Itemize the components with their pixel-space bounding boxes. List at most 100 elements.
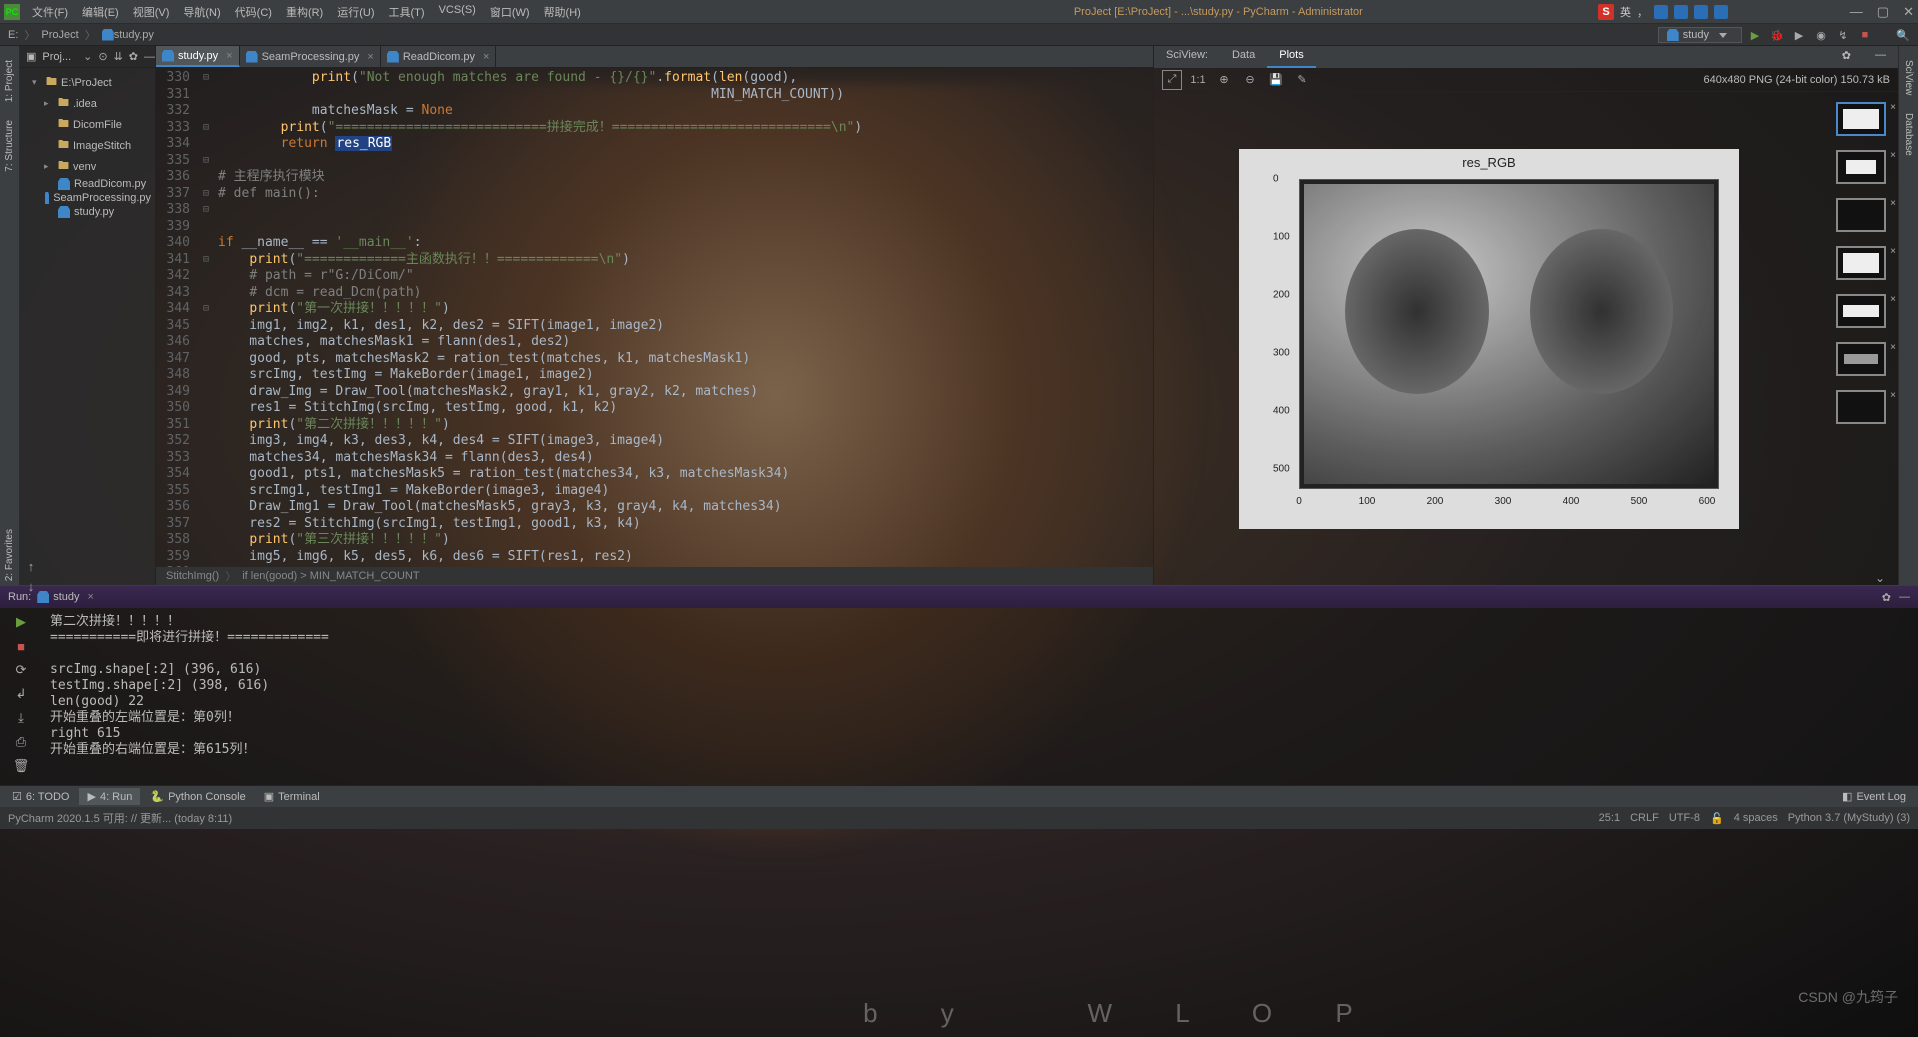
collapse-icon[interactable]: ⇊	[114, 50, 123, 63]
debug-button[interactable]: 🐞	[1768, 26, 1786, 44]
menu-refactor[interactable]: 重构(R)	[280, 2, 329, 22]
tree-item[interactable]: ▸🖿.idea	[20, 93, 155, 114]
breadcrumb-file[interactable]: study.py	[114, 29, 154, 41]
profile-button[interactable]: ◉	[1812, 26, 1830, 44]
menu-tools[interactable]: 工具(T)	[383, 2, 431, 22]
fold-column[interactable]: ⊟⊟⊟⊟⊟⊟⊟	[198, 68, 214, 567]
readonly-icon[interactable]: 🔓	[1710, 812, 1724, 825]
coverage-button[interactable]: ▶	[1790, 26, 1808, 44]
ime-icon-1[interactable]	[1654, 5, 1668, 19]
gear-icon[interactable]: ✿	[1882, 591, 1891, 604]
save-icon[interactable]: 💾	[1266, 70, 1286, 90]
menu-code[interactable]: 代码(C)	[229, 2, 278, 22]
close-icon[interactable]: ×	[367, 51, 373, 63]
gear-icon[interactable]: ✿	[1830, 46, 1863, 68]
collapse-panel-icon[interactable]: ⌄	[1870, 570, 1890, 586]
project-tool-tab[interactable]: 1: Project	[4, 56, 15, 106]
event-log-tab[interactable]: ◧ Event Log	[1834, 788, 1914, 805]
menu-file[interactable]: 文件(F)	[26, 2, 74, 22]
structure-tool-tab[interactable]: 7: Structure	[4, 116, 15, 176]
clear-icon[interactable]: ✎	[1292, 70, 1312, 90]
plot-thumb[interactable]: ×	[1836, 198, 1886, 232]
close-icon[interactable]: ×	[483, 51, 489, 63]
actual-size-icon[interactable]: 1:1	[1188, 70, 1208, 90]
ime-icon-3[interactable]	[1694, 5, 1708, 19]
run-tab-bottom[interactable]: ▶ 4: Run	[79, 788, 140, 805]
delete-icon[interactable]: 🗑	[11, 756, 31, 776]
zoom-in-icon[interactable]: ⊕	[1214, 70, 1234, 90]
close-icon[interactable]: ×	[1890, 342, 1896, 353]
ime-icon-4[interactable]	[1714, 5, 1728, 19]
run-tab[interactable]: study ×	[31, 589, 100, 605]
up-icon[interactable]: ↑	[21, 556, 41, 576]
editor-tab[interactable]: SeamProcessing.py×	[240, 46, 381, 67]
locate-icon[interactable]: ⊙	[98, 50, 107, 63]
status-message[interactable]: PyCharm 2020.1.5 可用: // 更新... (today 8:1…	[8, 810, 232, 826]
minimize-button[interactable]: —	[1850, 4, 1863, 20]
code-editor[interactable]: 3303313323333343353363373383393403413423…	[156, 68, 1153, 567]
maximize-button[interactable]: ▢	[1877, 4, 1889, 20]
gear-icon[interactable]: ✿	[129, 50, 138, 63]
sciview-tool-tab[interactable]: SciView	[1903, 56, 1914, 99]
code-content[interactable]: print("Not enough matches are found - {}…	[214, 68, 1153, 567]
breadcrumb-project[interactable]: ProJect	[41, 29, 78, 41]
tree-item[interactable]: ReadDicom.py	[20, 177, 155, 191]
plot-thumb[interactable]: ×	[1836, 390, 1886, 424]
hide-icon[interactable]: —	[144, 51, 155, 63]
menu-run[interactable]: 运行(U)	[331, 2, 380, 22]
tree-item[interactable]: ▾🖿E:\ProJect	[20, 72, 155, 93]
close-icon[interactable]: ×	[1890, 102, 1896, 113]
tree-item[interactable]: 🖿ImageStitch	[20, 135, 155, 156]
run-button[interactable]: ▶	[1746, 26, 1764, 44]
fit-icon[interactable]: ⤢	[1162, 70, 1182, 90]
close-icon[interactable]: ×	[88, 591, 94, 603]
indent-info[interactable]: 4 spaces	[1734, 812, 1778, 824]
rerun-button[interactable]: ▶	[11, 612, 31, 632]
scroll-icon[interactable]: ⤓	[11, 708, 31, 728]
python-console-tab[interactable]: 🐍 Python Console	[142, 788, 253, 805]
down-icon[interactable]: ↓	[21, 576, 41, 596]
plot-thumb[interactable]: ×	[1836, 342, 1886, 376]
caret-position[interactable]: 25:1	[1599, 812, 1620, 824]
todo-tab[interactable]: ☑ 6: TODO	[4, 788, 77, 805]
sciview-tab-plots[interactable]: Plots	[1267, 46, 1315, 68]
close-icon[interactable]: ×	[226, 50, 232, 62]
run-config-selector[interactable]: study	[1658, 27, 1742, 43]
sogou-icon[interactable]: S	[1598, 4, 1614, 20]
console-output[interactable]: 第二次拼接！！！！！===========即将进行拼接！============…	[42, 608, 1918, 785]
editor-tab[interactable]: ReadDicom.py×	[381, 46, 497, 67]
menu-help[interactable]: 帮助(H)	[538, 2, 587, 22]
hide-icon[interactable]: —	[1899, 591, 1910, 603]
project-tree[interactable]: ▾🖿E:\ProJect▸🖿.idea🖿DicomFile🖿ImageStitc…	[20, 68, 155, 585]
softwrap-icon[interactable]: ↲	[11, 684, 31, 704]
editor-tab[interactable]: study.py×	[156, 46, 240, 67]
plot-thumb[interactable]: ×	[1836, 246, 1886, 280]
ime-lang[interactable]: 英	[1620, 4, 1631, 20]
close-button[interactable]: ✕	[1903, 4, 1914, 20]
close-icon[interactable]: ×	[1890, 390, 1896, 401]
zoom-out-icon[interactable]: ⊖	[1240, 70, 1260, 90]
favorites-tool-tab[interactable]: 2: Favorites	[4, 525, 15, 585]
attach-button[interactable]: ↯	[1834, 26, 1852, 44]
plot-thumb[interactable]: ×	[1836, 294, 1886, 328]
dropdown-icon[interactable]: ⌄	[83, 50, 92, 63]
plot-thumb[interactable]: ×	[1836, 150, 1886, 184]
plot-canvas[interactable]: res_RGB 0 100 200 300 400 500 0 100 200 …	[1154, 92, 1824, 585]
print-icon[interactable]: ⎙	[11, 732, 31, 752]
close-icon[interactable]: ×	[1890, 198, 1896, 209]
menu-navigate[interactable]: 导航(N)	[177, 2, 226, 22]
context-item[interactable]: StitchImg()	[166, 570, 219, 582]
menu-edit[interactable]: 编辑(E)	[76, 2, 125, 22]
breadcrumb-root[interactable]: E:	[8, 29, 18, 41]
tree-item[interactable]: 🖿DicomFile	[20, 114, 155, 135]
tree-item[interactable]: SeamProcessing.py	[20, 191, 155, 205]
context-item[interactable]: if len(good) > MIN_MATCH_COUNT	[242, 570, 419, 582]
menu-vcs[interactable]: VCS(S)	[433, 2, 482, 22]
terminal-tab[interactable]: ▣ Terminal	[256, 788, 328, 805]
ime-icon-2[interactable]	[1674, 5, 1688, 19]
close-icon[interactable]: ×	[1890, 150, 1896, 161]
close-icon[interactable]: ×	[1890, 294, 1896, 305]
stop-button[interactable]: ■	[11, 636, 31, 656]
interpreter-info[interactable]: Python 3.7 (MyStudy) (3)	[1788, 812, 1910, 824]
line-separator[interactable]: CRLF	[1630, 812, 1659, 824]
